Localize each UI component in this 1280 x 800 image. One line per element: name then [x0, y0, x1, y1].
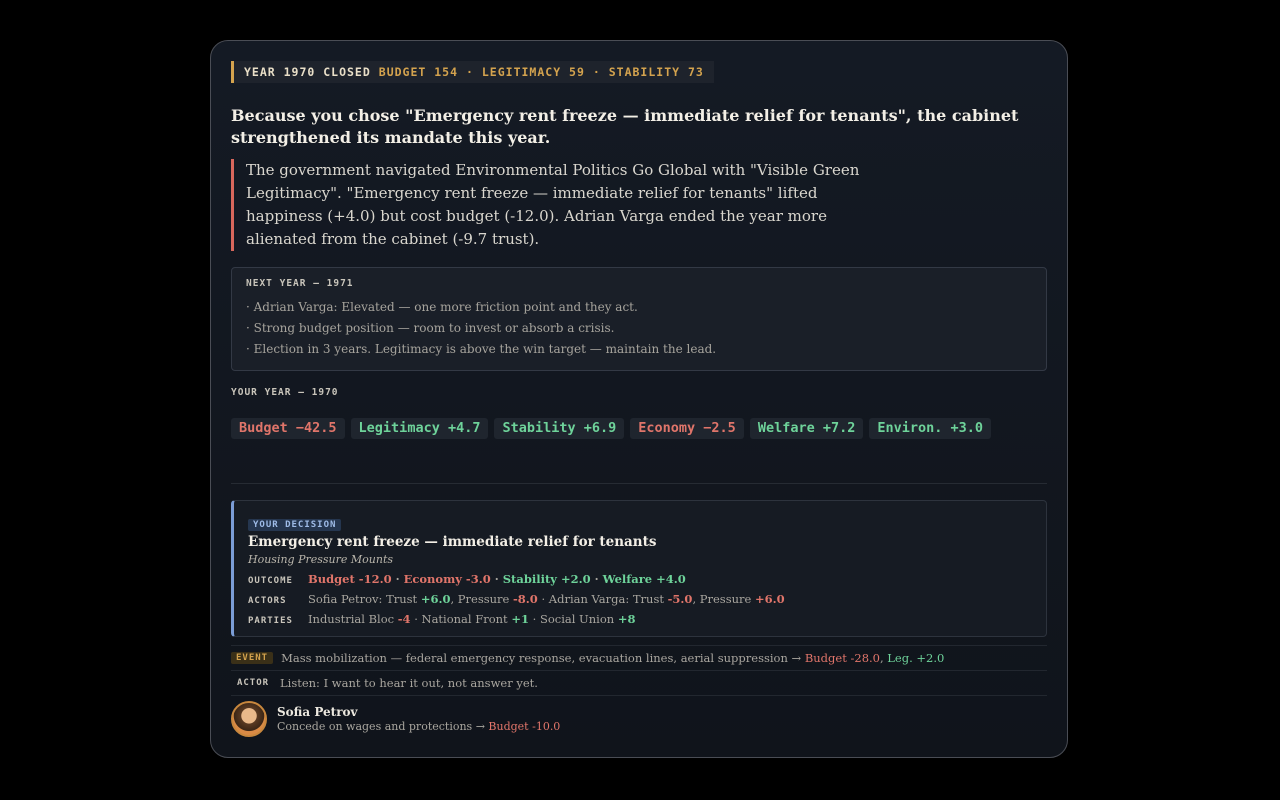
chip-economy: Economy −2.5 — [630, 418, 744, 439]
party-national-front: · National Front — [414, 612, 508, 626]
actor-name: Sofia Petrov — [277, 705, 358, 719]
actor-row-text: Listen: I want to hear it out, not answe… — [280, 676, 538, 690]
party-industrial-bloc: Industrial Bloc — [308, 612, 395, 626]
next-year-label: NEXT YEAR — 1971 — [246, 278, 354, 289]
outcome-economy: Economy -3.0 — [403, 572, 491, 586]
event-effect-budget: Budget -28.0 — [804, 651, 880, 665]
event-tag: EVENT — [231, 652, 274, 664]
actor-demand-effect: Budget -10.0 — [488, 720, 561, 733]
actor-adrian: · Adrian Varga: Trust — [541, 592, 664, 606]
chip-legitimacy: Legitimacy +4.7 — [350, 418, 489, 439]
actor-adrian-pressure: +6.0 — [754, 592, 785, 606]
outcome-label: OUTCOME — [248, 576, 293, 586]
decision-card: YOUR DECISION Emergency rent freeze — im… — [231, 500, 1047, 637]
chip-welfare: Welfare +7.2 — [749, 418, 864, 439]
next-year-item: · Election in 3 years. Legitimacy is abo… — [246, 342, 717, 356]
actors-label: ACTORS — [248, 596, 287, 606]
actor-demand-text: Concede on wages and protections → — [277, 720, 485, 733]
event-effect-legitimacy: Leg. +2.0 — [887, 651, 945, 665]
actor-card-sofia-petrov[interactable]: Sofia Petrov Concede on wages and protec… — [231, 695, 1047, 737]
event-text: Mass mobilization — federal emergency re… — [281, 651, 802, 665]
parties-label: PARTIES — [248, 616, 293, 626]
party-national-front-value: +1 — [511, 612, 529, 626]
decision-title: Emergency rent freeze — immediate relief… — [248, 534, 657, 550]
event-separator: , — [879, 651, 884, 665]
actor-tag: ACTOR — [236, 678, 270, 688]
actor-sofia-trust: +6.0 — [420, 592, 451, 606]
actors-row: ACTORS Sofia Petrov: Trust +6.0, Pressur… — [248, 592, 1032, 606]
budget-stat: BUDGET 154 — [378, 65, 459, 79]
chip-environment: Environ. +3.0 — [869, 418, 992, 439]
pressure-label: , Pressure — [692, 592, 752, 606]
parties-row: PARTIES Industrial Bloc -4 · National Fr… — [248, 612, 1032, 626]
next-year-item: · Strong budget position — room to inves… — [246, 321, 615, 335]
year-closed-label: YEAR 1970 CLOSED — [244, 65, 371, 79]
year-stat-chips: Budget −42.5 Legitimacy +4.7 Stability +… — [231, 418, 1047, 439]
decision-tag: YOUR DECISION — [248, 519, 342, 531]
your-year-label: YOUR YEAR — 1970 — [231, 387, 339, 398]
avatar — [231, 701, 267, 737]
chip-stability: Stability +6.9 — [494, 418, 625, 439]
decision-subtitle: Housing Pressure Mounts — [248, 553, 394, 566]
party-industrial-bloc-value: -4 — [397, 612, 411, 626]
headline: Because you chose "Emergency rent freeze… — [231, 106, 1019, 147]
outcome-budget: Budget -12.0 — [308, 572, 392, 586]
narrative: The government navigated Environmental P… — [231, 159, 866, 251]
party-social-union-value: +8 — [617, 612, 636, 626]
outcome-stability: Stability +2.0 — [502, 572, 591, 586]
outcome-welfare: Welfare +4.0 — [602, 572, 686, 586]
actor-sofia: Sofia Petrov: Trust — [308, 592, 418, 606]
year-summary-panel: YEAR 1970 CLOSED BUDGET 154 · LEGITIMACY… — [210, 40, 1068, 758]
outcome-row: OUTCOME Budget -12.0 · Economy -3.0 · St… — [248, 572, 686, 586]
actor-sofia-pressure: -8.0 — [513, 592, 538, 606]
party-social-union: · Social Union — [532, 612, 615, 626]
next-year-item: · Adrian Varga: Elevated — one more fric… — [246, 300, 638, 314]
legitimacy-stat: · LEGITIMACY 59 — [466, 65, 585, 79]
actor-adrian-trust: -5.0 — [667, 592, 693, 606]
status-bar: YEAR 1970 CLOSED BUDGET 154 · LEGITIMACY… — [231, 61, 714, 83]
next-year-box: NEXT YEAR — 1971 · Adrian Varga: Elevate… — [231, 267, 1047, 371]
actor-row: ACTOR Listen: I want to hear it out, not… — [231, 670, 1047, 695]
pressure-label: , Pressure — [450, 592, 510, 606]
event-row: EVENT Mass mobilization — federal emerge… — [231, 645, 1047, 670]
actor-demand: Concede on wages and protections → Budge… — [277, 720, 560, 733]
chip-budget: Budget −42.5 — [231, 418, 345, 439]
divider — [231, 483, 1047, 484]
stability-stat: · STABILITY 73 — [592, 65, 704, 79]
panel-content: YEAR 1970 CLOSED BUDGET 154 · LEGITIMACY… — [231, 61, 1047, 737]
